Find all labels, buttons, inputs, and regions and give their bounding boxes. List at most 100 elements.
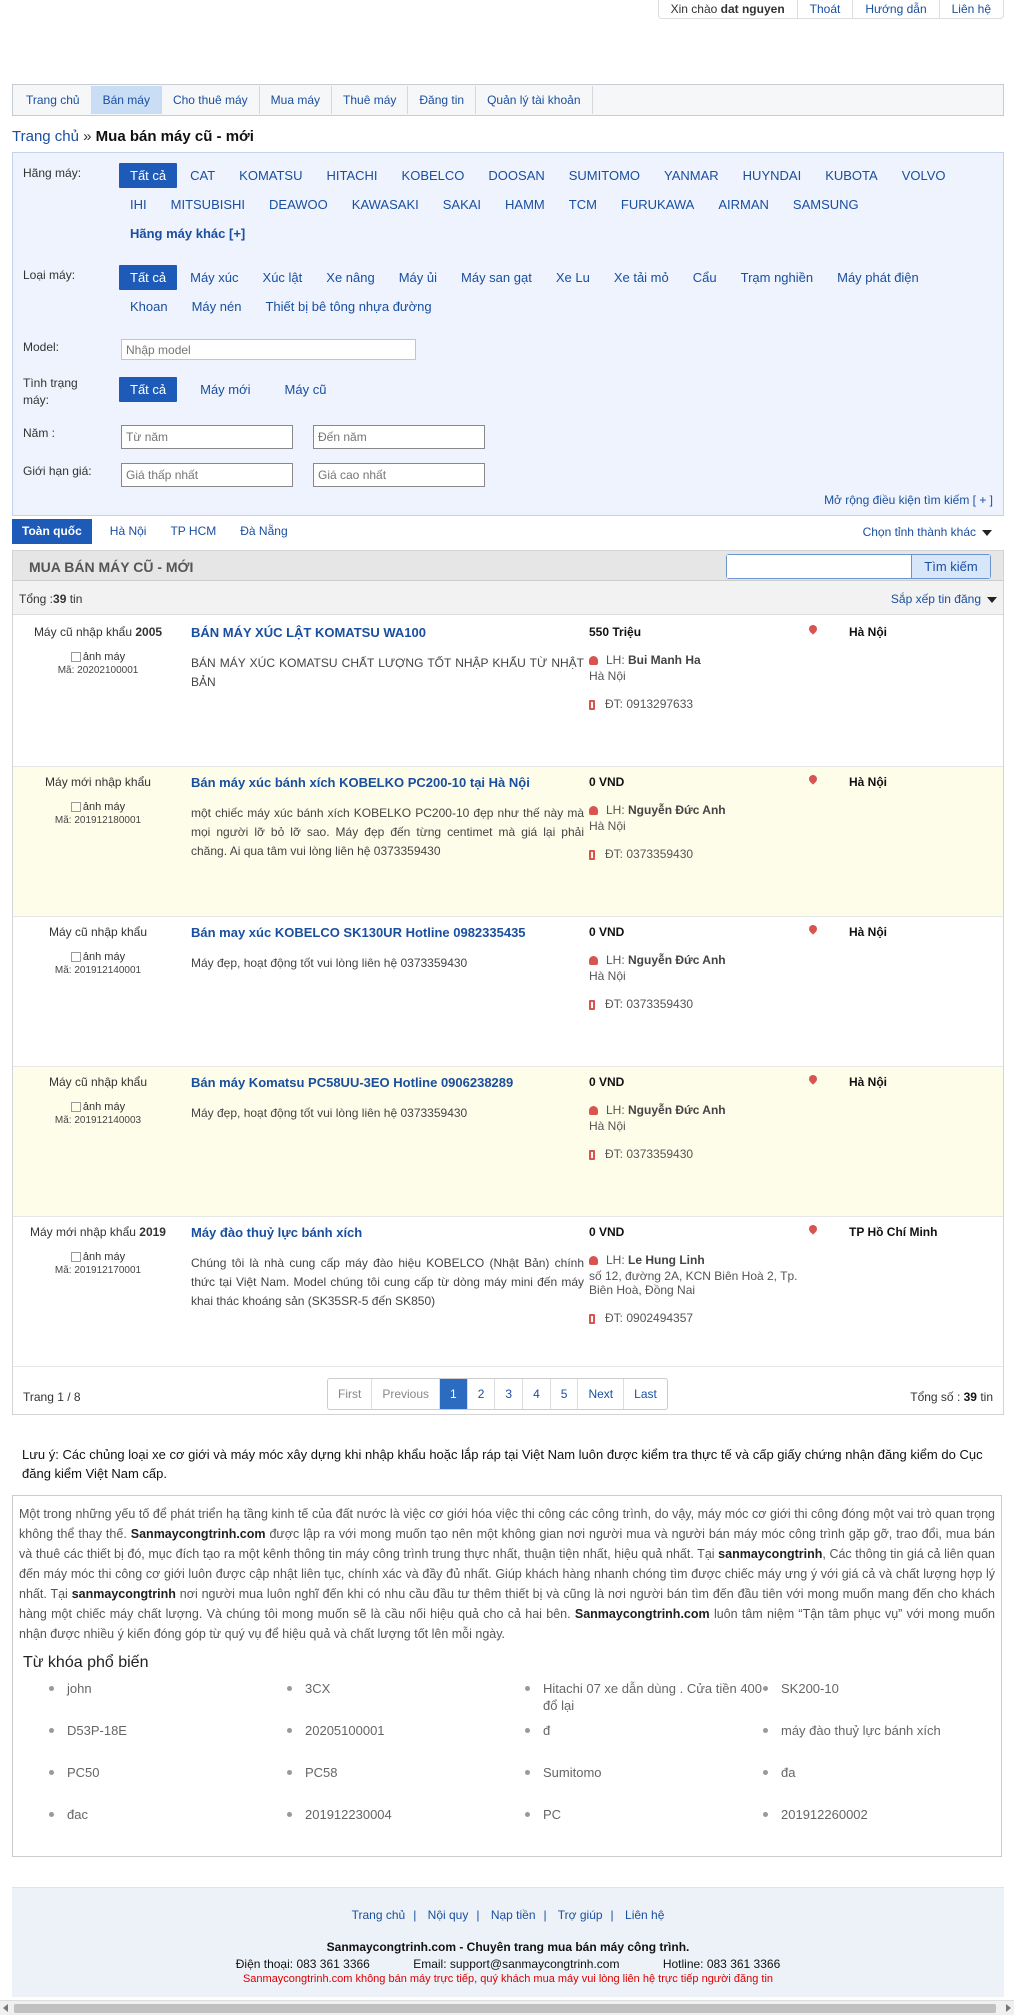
footer-link-contact[interactable]: Liên hệ bbox=[625, 1908, 664, 1922]
type-chip[interactable]: Trạm nghiền bbox=[730, 265, 825, 290]
nav-rent-out[interactable]: Cho thuê máy bbox=[162, 86, 260, 114]
brand-chip[interactable]: TCM bbox=[558, 192, 608, 217]
expand-filter-link[interactable]: Mở rộng điều kiện tìm kiếm [ + ] bbox=[824, 493, 993, 507]
type-chip[interactable]: Khoan bbox=[119, 294, 179, 319]
keyword-item[interactable]: 201912260002 bbox=[763, 1806, 1001, 1848]
keyword-item[interactable]: máy đào thuỷ lực bánh xích bbox=[763, 1722, 1001, 1764]
nav-rent[interactable]: Thuê máy bbox=[332, 86, 409, 114]
type-chip[interactable]: Cẩu bbox=[682, 265, 728, 290]
brand-chip[interactable]: MITSUBISHI bbox=[160, 192, 256, 217]
brand-chip[interactable]: HAMM bbox=[494, 192, 556, 217]
listing-title-link[interactable]: Máy đào thuỷ lực bánh xích bbox=[191, 1225, 362, 1240]
condition-chip[interactable]: Máy mới bbox=[189, 377, 261, 402]
brand-chip[interactable]: VOLVO bbox=[891, 163, 957, 188]
sort-dropdown[interactable]: Sắp xếp tin đăng bbox=[891, 592, 997, 606]
type-chip[interactable]: Máy phát điện bbox=[826, 265, 930, 290]
page-button[interactable]: 1 bbox=[439, 1379, 467, 1409]
brand-chip[interactable]: KAWASAKI bbox=[341, 192, 430, 217]
page-previous-button[interactable]: Previous bbox=[371, 1379, 439, 1409]
machine-image[interactable]: ảnh máy bbox=[13, 1101, 183, 1113]
keyword-item[interactable]: PC50 bbox=[49, 1764, 287, 1806]
listing-search-button[interactable]: Tìm kiếm bbox=[912, 555, 990, 578]
brand-chip[interactable]: FURUKAWA bbox=[610, 192, 705, 217]
price-min-input[interactable] bbox=[121, 463, 293, 487]
page-next-button[interactable]: Next bbox=[577, 1379, 623, 1409]
type-chip[interactable]: Xe Lu bbox=[545, 265, 601, 290]
type-chip[interactable]: Xúc lật bbox=[252, 265, 314, 290]
footer-link-topup[interactable]: Nạp tiền bbox=[491, 1908, 536, 1922]
machine-image[interactable]: ảnh máy bbox=[13, 951, 183, 963]
brand-chip[interactable]: KOMATSU bbox=[228, 163, 313, 188]
keyword-item[interactable]: đ bbox=[525, 1722, 763, 1764]
logout-link[interactable]: Thoát bbox=[796, 0, 853, 18]
condition-chip[interactable]: Tất cả bbox=[119, 377, 178, 402]
listing-title-link[interactable]: Bán máy Komatsu PC58UU-3EO Hotline 09062… bbox=[191, 1075, 513, 1090]
condition-chip[interactable]: Máy cũ bbox=[274, 377, 338, 402]
machine-image[interactable]: ảnh máy bbox=[13, 801, 183, 813]
year-from-input[interactable] bbox=[121, 425, 293, 449]
year-to-input[interactable] bbox=[313, 425, 485, 449]
scroll-right-icon[interactable] bbox=[1006, 2004, 1011, 2012]
contact-link[interactable]: Liên hệ bbox=[938, 0, 1003, 18]
page-button[interactable]: 3 bbox=[494, 1379, 522, 1409]
page-last-button[interactable]: Last bbox=[623, 1379, 667, 1409]
page-first-button[interactable]: First bbox=[328, 1379, 371, 1409]
keyword-item[interactable]: PC bbox=[525, 1806, 763, 1848]
type-chip[interactable]: Máy ủi bbox=[388, 265, 448, 290]
horizontal-scrollbar[interactable] bbox=[0, 2000, 1014, 2015]
brand-chip[interactable]: YANMAR bbox=[653, 163, 730, 188]
type-chip[interactable]: Máy san gạt bbox=[450, 265, 543, 290]
machine-image[interactable]: ảnh máy bbox=[13, 1251, 183, 1263]
region-tab-hanoi[interactable]: Hà Nội bbox=[100, 519, 157, 544]
type-chip[interactable]: Xe nâng bbox=[315, 265, 385, 290]
keyword-item[interactable]: 201912230004 bbox=[287, 1806, 525, 1848]
nav-sell[interactable]: Bán máy bbox=[91, 86, 162, 114]
listing-title-link[interactable]: Bán máy xúc bánh xích KOBELKO PC200-10 t… bbox=[191, 775, 530, 790]
price-max-input[interactable] bbox=[313, 463, 485, 487]
brand-chip[interactable]: HUYNDAI bbox=[732, 163, 813, 188]
type-chip[interactable]: Tất cả bbox=[119, 265, 178, 290]
brand-chip[interactable]: SAKAI bbox=[432, 192, 492, 217]
region-choose-dropdown[interactable]: Chọn tỉnh thành khác bbox=[863, 525, 992, 539]
keyword-item[interactable]: SK200-10 bbox=[763, 1680, 1001, 1722]
brand-chip[interactable]: Tất cả bbox=[119, 163, 178, 188]
brand-chip[interactable]: HITACHI bbox=[316, 163, 389, 188]
nav-buy[interactable]: Mua máy bbox=[260, 86, 333, 114]
brand-chip[interactable]: SAMSUNG bbox=[782, 192, 870, 217]
footer-link-home[interactable]: Trang chủ bbox=[352, 1908, 406, 1922]
keyword-item[interactable]: D53P-18E bbox=[49, 1722, 287, 1764]
scroll-left-icon[interactable] bbox=[3, 2004, 8, 2012]
brand-chip[interactable]: DEAWOO bbox=[258, 192, 339, 217]
brand-chip[interactable]: DOOSAN bbox=[477, 163, 555, 188]
region-tab-danang[interactable]: Đà Nẵng bbox=[230, 519, 297, 544]
keyword-item[interactable]: Sumitomo bbox=[525, 1764, 763, 1806]
breadcrumb-home[interactable]: Trang chủ bbox=[12, 128, 79, 145]
keyword-item[interactable]: đac bbox=[49, 1806, 287, 1848]
footer-link-rules[interactable]: Nội quy bbox=[428, 1908, 469, 1922]
keyword-item[interactable]: PC58 bbox=[287, 1764, 525, 1806]
keyword-item[interactable]: 3CX bbox=[287, 1680, 525, 1722]
brand-chip[interactable]: IHI bbox=[119, 192, 158, 217]
type-chip[interactable]: Thiết bị bê tông nhựa đường bbox=[254, 294, 442, 319]
nav-home[interactable]: Trang chủ bbox=[15, 86, 92, 114]
brand-chip[interactable]: KUBOTA bbox=[814, 163, 889, 188]
nav-post[interactable]: Đăng tin bbox=[408, 86, 477, 114]
brand-more-link[interactable]: Hãng máy khác [+] bbox=[119, 221, 987, 246]
listing-title-link[interactable]: BÁN MÁY XÚC LẬT KOMATSU WA100 bbox=[191, 625, 426, 640]
page-button[interactable]: 5 bbox=[549, 1379, 578, 1409]
footer-link-help[interactable]: Trợ giúp bbox=[558, 1908, 603, 1922]
brand-chip[interactable]: KOBELCO bbox=[391, 163, 476, 188]
listing-search-input[interactable] bbox=[727, 555, 912, 578]
brand-chip[interactable]: SUMITOMO bbox=[558, 163, 651, 188]
type-chip[interactable]: Xe tải mỏ bbox=[603, 265, 680, 290]
region-tab-hcm[interactable]: TP HCM bbox=[160, 519, 226, 544]
keyword-item[interactable]: 20205100001 bbox=[287, 1722, 525, 1764]
keyword-item[interactable]: đa bbox=[763, 1764, 1001, 1806]
page-button[interactable]: 2 bbox=[466, 1379, 495, 1409]
model-input[interactable] bbox=[121, 339, 416, 360]
keyword-item[interactable]: Hitachi 07 xe dẫn dùng . Cửa tiền 400 đổ… bbox=[525, 1680, 763, 1722]
region-tab-all[interactable]: Toàn quốc bbox=[12, 519, 92, 544]
brand-chip[interactable]: AIRMAN bbox=[707, 192, 780, 217]
guide-link[interactable]: Hướng dẫn bbox=[852, 0, 938, 18]
brand-chip[interactable]: CAT bbox=[179, 163, 226, 188]
